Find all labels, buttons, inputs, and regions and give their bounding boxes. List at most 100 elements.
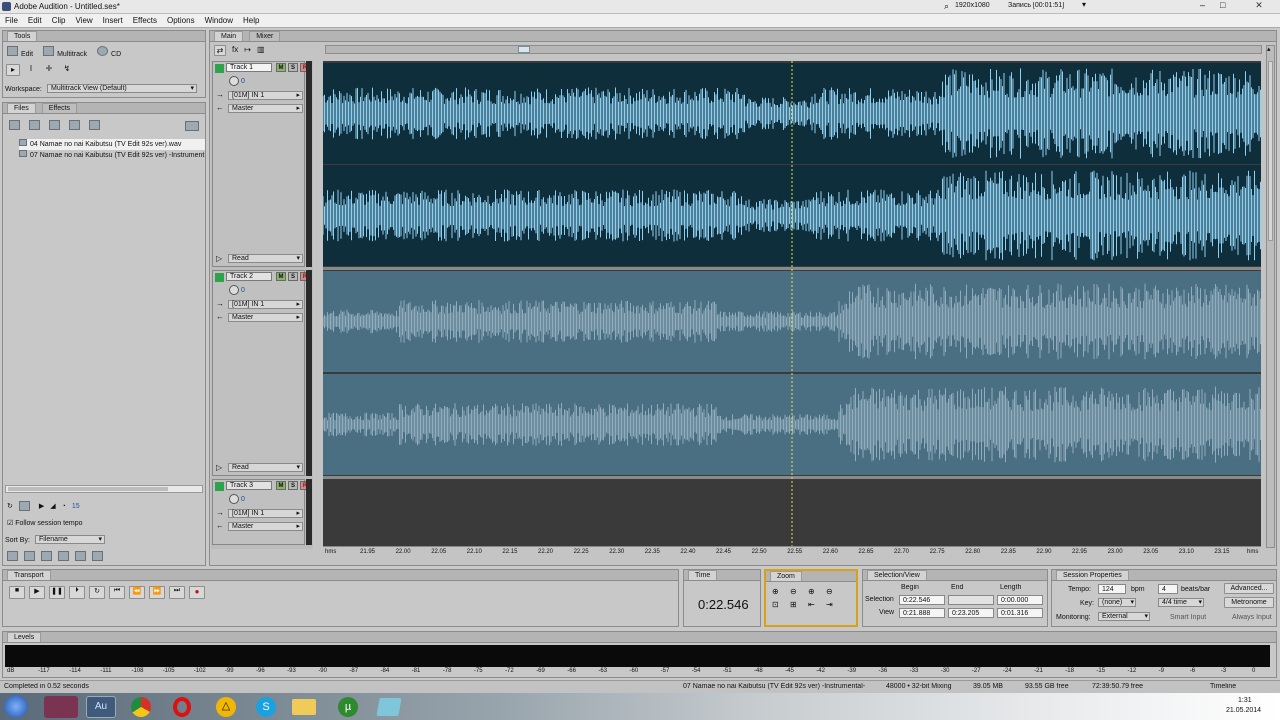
pause-icon[interactable]: ❚❚ [49, 586, 65, 599]
track-output-select[interactable]: Master ▸ [228, 522, 303, 531]
taskbar-app-red-icon[interactable] [44, 696, 78, 718]
track-output-select[interactable]: Master ▸ [228, 313, 303, 322]
minimize-button[interactable]: – [1200, 0, 1205, 10]
time-signature-select[interactable]: 4/4 time ▾ [1158, 598, 1204, 607]
scroll-up-icon[interactable]: ▴ [1267, 45, 1271, 53]
autoplay-icon[interactable] [18, 501, 30, 511]
zoom-right-edge-icon[interactable]: ⇥ [826, 600, 844, 609]
selection-end-field[interactable] [948, 595, 994, 605]
tab-files[interactable]: Files [7, 103, 36, 113]
filter-loop-icon[interactable] [24, 551, 35, 561]
time-ruler[interactable]: hms 21.95 22.00 22.05 22.10 22.15 22.20 22.25 2… [323, 546, 1261, 558]
tempo-field[interactable]: 124 [1098, 584, 1126, 594]
zoom-left-edge-icon[interactable]: ⇤ [808, 600, 826, 609]
go-to-end-icon[interactable]: ⏭ [169, 586, 185, 599]
tab-main[interactable]: Main [214, 31, 244, 41]
menu-insert[interactable]: Insert [98, 14, 128, 27]
track-input-select[interactable]: [01M] IN 1 ▸ [228, 91, 303, 100]
zoom-out-amplitude-icon[interactable]: ⊖ [790, 587, 808, 596]
folder-icon[interactable] [292, 699, 316, 715]
sends-icon[interactable]: ↦ [244, 45, 251, 56]
tab-mixer[interactable]: Mixer [249, 31, 281, 41]
zoom-full-icon[interactable]: ⊞ [790, 600, 808, 609]
monitoring-select[interactable]: External ▾ [1098, 612, 1150, 621]
record-icon[interactable]: ● [189, 586, 205, 599]
close-button[interactable]: ✕ [1240, 0, 1278, 13]
fast-forward-icon[interactable]: ⏩ [149, 586, 165, 599]
track-input-select[interactable]: [01M] IN 1 ▸ [228, 300, 303, 309]
play-icon[interactable]: ▶ [29, 586, 45, 599]
insert-multitrack-icon[interactable] [49, 120, 60, 130]
sortby-select[interactable]: Filename ▾ [35, 535, 105, 544]
track-1-name[interactable]: Track 1 [226, 63, 272, 72]
editor-icon[interactable] [376, 698, 402, 716]
selection-length-field[interactable]: 0:00.000 [997, 595, 1043, 605]
track-3-header[interactable]: Track 3 M S R 0 [01M] IN 1 ▸ Master ▸ → ← [212, 479, 310, 545]
track-1-header[interactable]: Track 1 M S R 0 [01M] IN 1 ▸ Master ▸ → ← … [212, 61, 310, 267]
volume-knob-icon[interactable] [229, 285, 239, 295]
tab-effects[interactable]: Effects [41, 103, 78, 113]
filter-audio-icon[interactable] [7, 551, 18, 561]
expand-icon[interactable]: ▷ [216, 254, 222, 263]
inputs-outputs-icon[interactable]: ⇄ [214, 45, 226, 56]
stop-icon[interactable]: ■ [9, 586, 25, 599]
zoom-out-time-icon[interactable]: ⊖ [826, 587, 844, 596]
warning-app-icon[interactable]: △ [216, 697, 236, 717]
mute-button[interactable]: M [276, 272, 286, 281]
volume-knob-icon[interactable] [229, 76, 239, 86]
follow-tempo-checkbox[interactable]: ☑ [7, 520, 13, 527]
solo-button[interactable]: S [288, 481, 298, 490]
edit-file-icon[interactable] [89, 120, 100, 130]
volume-icon[interactable]: ◢ [50, 502, 55, 510]
tab-transport[interactable]: Transport [7, 570, 51, 580]
tab-levels[interactable]: Levels [7, 632, 42, 642]
selection-begin-field[interactable]: 0:22.546 [899, 595, 945, 605]
filter-midi-icon[interactable] [41, 551, 52, 561]
menu-effects[interactable]: Effects [128, 14, 162, 27]
search-icon[interactable]: ⌕ [944, 1, 949, 12]
overview-thumb[interactable] [518, 46, 530, 53]
follow-tempo-row[interactable]: ☑ Follow session tempo [7, 519, 83, 527]
go-to-start-icon[interactable]: ⏮ [109, 586, 125, 599]
loop-icon[interactable]: ↻ [7, 502, 13, 510]
move-tool-icon[interactable]: ▸ [6, 64, 20, 76]
view-begin-field[interactable]: 0:21.888 [899, 608, 945, 618]
list-item[interactable]: 07 Namae no nai Kaibutsu (TV Edit 92s ve… [19, 150, 205, 161]
smart-input-option[interactable]: Smart Input [1170, 614, 1206, 621]
gauge-icon[interactable]: ◔ [62, 503, 66, 510]
solo-button[interactable]: S [288, 63, 298, 72]
menu-window[interactable]: Window [200, 14, 238, 27]
metronome-button[interactable]: Metronome [1224, 597, 1274, 608]
edit-view-button[interactable]: Edit [7, 46, 33, 58]
menu-options[interactable]: Options [162, 14, 200, 27]
menu-help[interactable]: Help [238, 14, 264, 27]
hybrid-tool-icon[interactable]: ✛ [42, 64, 56, 76]
insert-cd-icon[interactable] [69, 120, 80, 130]
volume-knob-icon[interactable] [229, 494, 239, 504]
skype-icon[interactable]: S [256, 697, 276, 717]
multitrack-view-button[interactable]: Multitrack [43, 46, 87, 58]
vertical-scrollbar[interactable]: ▴ [1266, 45, 1275, 548]
track-2-name[interactable]: Track 2 [226, 272, 272, 281]
maximize-button[interactable]: □ [1220, 0, 1225, 10]
filter-video-icon[interactable] [58, 551, 69, 561]
mute-button[interactable]: M [276, 481, 286, 490]
tab-zoom[interactable]: Zoom [770, 571, 802, 581]
waveform-canvas[interactable] [323, 61, 1261, 546]
filter-session-icon[interactable] [75, 551, 86, 561]
play-from-cursor-icon[interactable]: ⏵ [69, 586, 85, 599]
scroll-thumb[interactable] [8, 487, 168, 491]
beats-field[interactable]: 4 [1158, 584, 1178, 594]
view-length-field[interactable]: 0:01.316 [997, 608, 1043, 618]
track-output-select[interactable]: Master ▸ [228, 104, 303, 113]
always-input-option[interactable]: Always Input [1232, 614, 1272, 621]
cd-view-button[interactable]: CD [97, 46, 121, 58]
track-input-select[interactable]: [01M] IN 1 ▸ [228, 509, 303, 518]
menu-file[interactable]: File [0, 14, 23, 27]
view-end-field[interactable]: 0:23.205 [948, 608, 994, 618]
key-select[interactable]: (none) ▾ [1098, 598, 1136, 607]
taskbar-audition-icon[interactable]: Au [86, 696, 116, 718]
track-3-name[interactable]: Track 3 [226, 481, 272, 490]
chrome-icon[interactable] [131, 697, 151, 717]
tab-session-properties[interactable]: Session Properties [1056, 570, 1129, 580]
